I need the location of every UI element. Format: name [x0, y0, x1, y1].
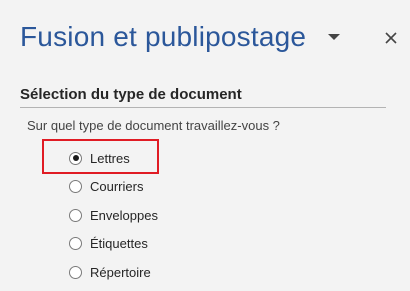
mail-merge-pane: Fusion et publipostage Sélection du type…	[0, 0, 410, 291]
radio-enveloppes[interactable]	[69, 208, 82, 222]
pane-title: Fusion et publipostage	[20, 21, 307, 52]
option-label: Courriers	[90, 178, 144, 194]
option-courriers[interactable]: Courriers	[69, 176, 143, 196]
radio-courriers[interactable]	[69, 179, 82, 193]
option-repertoire[interactable]: Répertoire	[69, 262, 151, 282]
option-etiquettes[interactable]: Étiquettes	[69, 233, 148, 253]
option-label: Répertoire	[90, 264, 151, 280]
close-icon[interactable]	[381, 28, 401, 48]
radio-etiquettes[interactable]	[69, 236, 82, 250]
section-divider	[20, 107, 386, 108]
document-type-question: Sur quel type de document travaillez-vou…	[27, 118, 280, 133]
radio-repertoire[interactable]	[69, 265, 82, 279]
chevron-down-icon[interactable]	[327, 32, 341, 42]
highlight-annotation	[42, 139, 159, 174]
option-enveloppes[interactable]: Enveloppes	[69, 205, 158, 225]
section-heading: Sélection du type de document	[20, 86, 242, 103]
option-label: Étiquettes	[90, 235, 148, 251]
option-label: Enveloppes	[90, 207, 158, 223]
